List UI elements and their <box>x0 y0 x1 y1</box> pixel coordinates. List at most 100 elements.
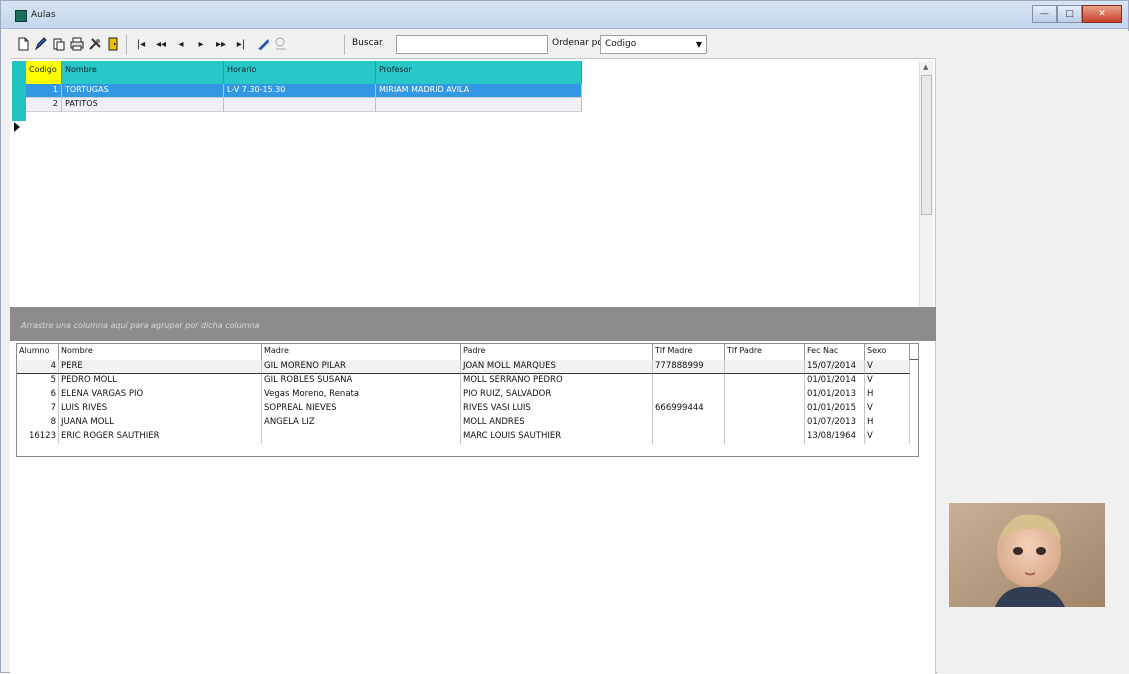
cell-alumno: 4 <box>17 360 59 374</box>
search-input[interactable] <box>396 35 548 54</box>
student-photo <box>949 503 1105 607</box>
prev-icon[interactable]: ◂ <box>174 37 188 51</box>
cell-tlf-madre: 777888999 <box>653 360 725 374</box>
col-fec-nac[interactable]: Fec Nac <box>805 344 865 360</box>
cell-tlf-padre <box>725 402 805 416</box>
exit-icon[interactable] <box>106 37 120 51</box>
tools-icon[interactable] <box>88 37 102 51</box>
cell-tlf-padre <box>725 360 805 374</box>
col-alumno[interactable]: Alumno <box>17 344 59 360</box>
cell-profesor <box>376 98 582 112</box>
cell-nombre: PERE <box>59 360 262 374</box>
cell-sexo: V <box>865 430 910 444</box>
vertical-scrollbar[interactable]: ▲ ▼ <box>919 61 933 335</box>
cell-madre <box>262 430 461 444</box>
cell-nombre: ERIC ROGER SAUTHIER <box>59 430 262 444</box>
col-madre[interactable]: Madre <box>262 344 461 360</box>
cell-profesor: MIRIAM MADRID AVILA <box>376 84 582 98</box>
cell-alumno: 7 <box>17 402 59 416</box>
edit-icon[interactable] <box>34 37 48 51</box>
cell-nombre: LUIS RIVES <box>59 402 262 416</box>
col-profesor[interactable]: Profesor <box>376 61 582 84</box>
ordenar-value: Codigo <box>605 39 637 49</box>
copy-icon[interactable] <box>52 37 66 51</box>
cell-tlf-padre <box>725 430 805 444</box>
cell-madre: SOPREAL NIEVES <box>262 402 461 416</box>
scroll-thumb[interactable] <box>921 75 932 215</box>
table-row[interactable]: 1 TORTUGAS L-V 7.30-15.30 MIRIAM MADRID … <box>26 84 582 98</box>
filter-icon[interactable] <box>274 37 288 51</box>
cell-madre: GIL MORENO PILAR <box>262 360 461 374</box>
cell-sexo: H <box>865 416 910 430</box>
table-row[interactable]: 7 LUIS RIVES SOPREAL NIEVES RIVES VASI L… <box>17 402 918 416</box>
ordenar-select[interactable]: Codigo ▼ <box>600 35 707 54</box>
cell-tlf-padre <box>725 416 805 430</box>
chevron-down-icon: ▼ <box>695 40 702 49</box>
apply-icon[interactable] <box>256 37 270 51</box>
maximize-button[interactable]: □ <box>1057 5 1082 23</box>
group-by-hint: Arrastre una columna aquí para agrupar p… <box>21 321 260 330</box>
aulas-grid-header: Codigo Nombre Horario Profesor <box>26 61 582 84</box>
cell-tlf-madre: 666999444 <box>653 402 725 416</box>
cell-madre: Vegas Moreno, Renata <box>262 388 461 402</box>
cell-sexo: H <box>865 388 910 402</box>
cell-fec-nac: 15/07/2014 <box>805 360 865 374</box>
col-nombre[interactable]: Nombre <box>62 61 224 84</box>
cell-padre: MOLL SERRANO PEDRO <box>461 374 653 388</box>
cell-fec-nac: 01/07/2013 <box>805 416 865 430</box>
row-indicator-column <box>12 61 26 121</box>
cell-madre: GIL ROBLES SUSANA <box>262 374 461 388</box>
table-row[interactable]: 2 PATITOS <box>26 98 582 112</box>
prev-page-icon[interactable]: ◂◂ <box>154 37 168 51</box>
cell-alumno: 6 <box>17 388 59 402</box>
col-sexo[interactable]: Sexo <box>865 344 910 360</box>
table-row[interactable]: 6 ELENA VARGAS PIO Vegas Moreno, Renata … <box>17 388 918 402</box>
cell-sexo: V <box>865 402 910 416</box>
last-icon[interactable]: ▸| <box>234 37 248 51</box>
cell-nombre: ELENA VARGAS PIO <box>59 388 262 402</box>
new-doc-icon[interactable] <box>16 37 30 51</box>
col-nombre[interactable]: Nombre <box>59 344 262 360</box>
toolbar-separator <box>344 35 345 55</box>
table-row[interactable]: 16123 ERIC ROGER SAUTHIER MARC LOUIS SAU… <box>17 430 918 444</box>
minimize-button[interactable]: — <box>1032 5 1057 23</box>
cell-padre: MOLL ANDRES <box>461 416 653 430</box>
cell-sexo: V <box>865 374 910 388</box>
col-tlf-padre[interactable]: Tlf Padre <box>725 344 805 360</box>
scroll-up-icon[interactable]: ▲ <box>923 63 928 71</box>
cell-horario: L-V 7.30-15.30 <box>224 84 376 98</box>
alumnos-grid-header: Alumno Nombre Madre Padre Tlf Madre Tlf … <box>17 344 918 360</box>
cell-codigo: 2 <box>26 98 62 112</box>
cell-nombre: PEDRO MOLL <box>59 374 262 388</box>
close-button[interactable]: ✕ <box>1082 5 1122 23</box>
cell-alumno: 16123 <box>17 430 59 444</box>
app-window: Aulas — □ ✕ |◂ ◂◂ ◂ ▸ ▸▸ ▸| Buscar Orden… <box>0 0 1129 674</box>
table-row[interactable]: 4 PERE GIL MORENO PILAR JOAN MOLL MARQUE… <box>17 360 918 374</box>
cell-tlf-madre <box>653 416 725 430</box>
cell-madre: ANGELA LIZ <box>262 416 461 430</box>
buscar-label: Buscar <box>352 38 383 48</box>
col-padre[interactable]: Padre <box>461 344 653 360</box>
window-title: Aulas <box>31 10 56 20</box>
col-tlf-madre[interactable]: Tlf Madre <box>653 344 725 360</box>
main-panel: |◂ ◂◂ ◂ ▸ ▸▸ ▸| Buscar Ordenar por Codig… <box>10 31 936 674</box>
table-row[interactable]: 8 JUANA MOLL ANGELA LIZ MOLL ANDRES 01/0… <box>17 416 918 430</box>
first-icon[interactable]: |◂ <box>134 37 148 51</box>
alumnos-grid[interactable]: Alumno Nombre Madre Padre Tlf Madre Tlf … <box>16 343 919 457</box>
print-icon[interactable] <box>70 37 84 51</box>
app-icon <box>15 10 27 22</box>
group-by-panel[interactable]: Arrastre una columna aquí para agrupar p… <box>10 307 936 341</box>
cell-padre: PIO RUIZ, SALVADOR <box>461 388 653 402</box>
cell-horario <box>224 98 376 112</box>
ordenar-label: Ordenar por <box>552 38 607 48</box>
cell-nombre: PATITOS <box>62 98 224 112</box>
cell-nombre: JUANA MOLL <box>59 416 262 430</box>
aulas-grid[interactable]: Codigo Nombre Horario Profesor 1 TORTUGA… <box>12 61 933 335</box>
cell-nombre: TORTUGAS <box>62 84 224 98</box>
table-row[interactable]: 5 PEDRO MOLL GIL ROBLES SUSANA MOLL SERR… <box>17 374 918 388</box>
col-horario[interactable]: Horario <box>224 61 376 84</box>
col-codigo[interactable]: Codigo <box>26 61 62 84</box>
toolbar: |◂ ◂◂ ◂ ▸ ▸▸ ▸| Buscar Ordenar por Codig… <box>10 31 936 59</box>
next-page-icon[interactable]: ▸▸ <box>214 37 228 51</box>
next-icon[interactable]: ▸ <box>194 37 208 51</box>
